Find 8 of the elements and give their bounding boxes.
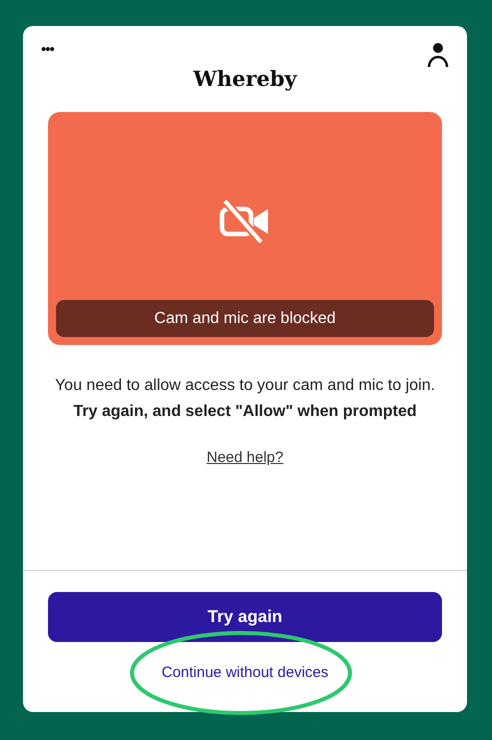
help-link[interactable]: Need help? [206, 447, 284, 470]
more-menu-icon[interactable]: ••• [41, 42, 54, 57]
camera-off-icon [219, 198, 271, 244]
user-icon[interactable] [427, 42, 449, 68]
logo: Whereby [192, 68, 298, 89]
permission-message: You need to allow access to your cam and mic to join. Try again, and select "Allow" when prompted [54, 376, 436, 422]
try-again-button[interactable]: Try again [48, 592, 442, 642]
blocked-status-bar: Cam and mic are blocked [56, 300, 434, 337]
